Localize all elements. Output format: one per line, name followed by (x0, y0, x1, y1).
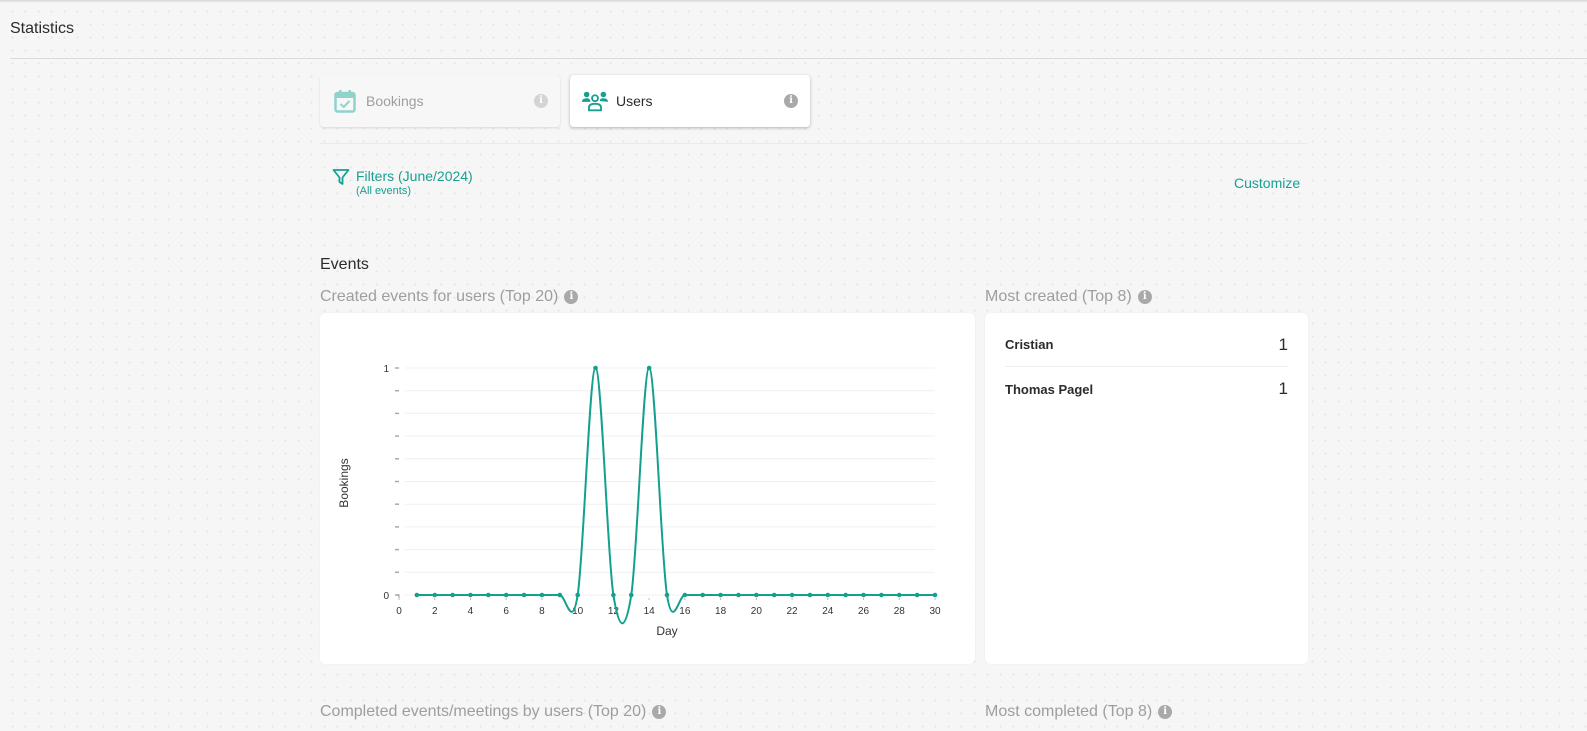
x-tick-label: 6 (503, 606, 509, 617)
data-point (843, 592, 848, 598)
x-tick-label: 2 (432, 606, 438, 617)
info-icon[interactable]: i (1137, 290, 1152, 304)
users-group-icon (582, 88, 608, 114)
created-events-chart: 010 2 4 6 8 10 12 14 16 18 20 22 24 26 28 30 Bookings D… (337, 364, 941, 638)
filter-icon (332, 168, 350, 186)
y-tick-label: 0 (383, 591, 389, 602)
filters-button[interactable]: Filters (June/2024) (All events) (332, 168, 473, 197)
page-title: Statistics (10, 20, 75, 37)
x-tick-label: 22 (787, 606, 799, 617)
data-point (593, 365, 598, 371)
filters-divider (320, 143, 1308, 144)
data-point (664, 592, 670, 598)
x-tick-label: 4 (468, 606, 474, 617)
data-point (932, 592, 938, 598)
data-point (628, 592, 634, 598)
tab-bookings[interactable]: Bookings i (320, 75, 560, 127)
data-point (521, 592, 527, 598)
data-point (557, 592, 563, 598)
y-tick-label: 1 (383, 364, 389, 375)
y-axis-label: Bookings (337, 458, 351, 507)
series-line (416, 366, 935, 625)
x-tick-label: 28 (894, 606, 906, 617)
top-shadow (0, 0, 1587, 3)
info-icon[interactable]: i (1158, 705, 1173, 719)
x-tick-label: 26 (858, 606, 870, 617)
list-item: Cristian 1 (1005, 323, 1288, 367)
created-chart-title: Created events for users (Top 20) (320, 288, 559, 305)
data-point (718, 592, 723, 598)
data-point (914, 592, 920, 598)
info-icon[interactable]: i (784, 94, 798, 108)
data-point (682, 592, 688, 598)
data-point (789, 592, 795, 598)
data-point (896, 592, 902, 598)
data-point (503, 592, 509, 598)
data-point (754, 592, 759, 598)
list-item: Thomas Pagel 1 (1005, 367, 1288, 411)
data-point (825, 592, 831, 598)
data-point (486, 592, 491, 598)
data-point (861, 592, 866, 598)
x-tick-label: 24 (822, 606, 834, 617)
data-point (646, 365, 652, 371)
most-created-list: Cristian 1 Thomas Pagel 1 (1005, 313, 1288, 411)
data-point (736, 592, 741, 598)
created-events-chart-card: 0 1 0 2 4 6 8 10 12 14 16 18 20 22 24 26 28 30 Bookings D… (320, 313, 975, 664)
data-point (468, 592, 473, 598)
most-completed-heading: Most completed (Top 8) i (985, 703, 1173, 721)
info-icon[interactable]: i (564, 290, 579, 304)
most-completed-title: Most completed (Top 8) (985, 703, 1153, 720)
x-axis-label: Day (656, 624, 677, 638)
data-point (807, 592, 813, 598)
events-section-title: Events (320, 256, 369, 273)
data-point (450, 592, 455, 598)
data-point (879, 592, 884, 598)
completed-chart-heading: Completed events/meetings by users (Top … (320, 703, 667, 721)
data-point (700, 592, 706, 598)
data-point (432, 592, 438, 598)
data-point (414, 592, 420, 598)
x-tick-label: 8 (539, 606, 545, 617)
calendar-check-icon (332, 88, 358, 114)
user-count: 1 (1278, 334, 1288, 354)
x-tick-label: 30 (929, 606, 941, 617)
user-name: Thomas Pagel (1005, 381, 1094, 397)
x-tick-label: 14 (644, 606, 656, 617)
tab-users-label: Users (616, 93, 653, 109)
x-tick-label: 0 (396, 606, 402, 617)
most-created-card: Cristian 1 Thomas Pagel 1 (985, 313, 1308, 664)
filters-label: Filters (June/2024) (356, 168, 473, 184)
data-point (575, 592, 580, 598)
user-count: 1 (1278, 379, 1288, 398)
x-tick-label: 18 (715, 606, 727, 617)
info-icon[interactable]: i (534, 94, 548, 108)
tab-users[interactable]: Users i (570, 75, 810, 127)
data-point (771, 592, 777, 598)
filters-sublabel: (All events) (356, 185, 412, 197)
user-name: Cristian (1005, 337, 1054, 352)
x-tick-label: 16 (679, 606, 691, 617)
completed-chart-title: Completed events/meetings by users (Top … (320, 703, 647, 720)
created-chart-heading: Created events for users (Top 20) i (320, 288, 579, 306)
title-divider (10, 58, 1587, 59)
most-created-heading: Most created (Top 8) i (985, 288, 1152, 306)
data-point (611, 592, 616, 598)
info-icon[interactable]: i (652, 705, 667, 719)
data-point (539, 592, 545, 598)
tab-bookings-label: Bookings (366, 93, 424, 109)
x-tick-label: 20 (751, 606, 763, 617)
most-created-title: Most created (Top 8) (985, 288, 1132, 305)
customize-link[interactable]: Customize (1234, 175, 1300, 191)
